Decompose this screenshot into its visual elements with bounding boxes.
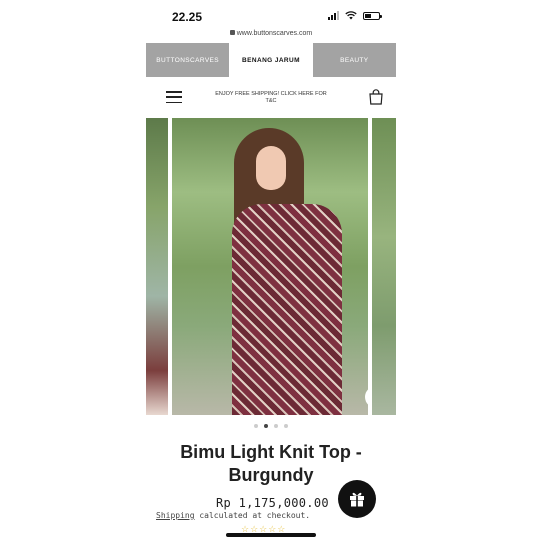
tab-benang-jarum[interactable]: BENANG JARUM <box>229 43 313 77</box>
shipping-note: Shipping calculated at checkout. <box>156 511 310 520</box>
next-product-image[interactable] <box>372 118 396 415</box>
main-product-image[interactable] <box>172 118 368 415</box>
pagination-dot[interactable] <box>284 424 288 428</box>
product-price: Rp 1,175,000.00 <box>216 496 329 510</box>
product-image-gallery[interactable] <box>146 118 396 415</box>
hamburger-menu-icon[interactable] <box>166 91 182 103</box>
mobile-screen: 22.25 www.buttonscarves.com BUTTONSCARVE… <box>146 0 396 543</box>
shipping-link[interactable]: Shipping <box>156 511 195 520</box>
home-indicator[interactable] <box>226 533 316 537</box>
cellular-signal-icon <box>328 11 339 20</box>
brand-tabs: BUTTONSCARVES BENANG JARUM BEAUTY <box>146 43 396 77</box>
status-icons <box>328 11 382 20</box>
pagination-dot-active[interactable] <box>264 424 268 428</box>
wifi-icon <box>345 11 357 20</box>
previous-product-image[interactable] <box>146 118 168 415</box>
gallery-pagination <box>146 424 396 432</box>
tab-beauty[interactable]: BEAUTY <box>312 43 396 77</box>
model-face <box>256 146 286 190</box>
status-time: 22.25 <box>172 10 203 24</box>
pagination-dot[interactable] <box>274 424 278 428</box>
battery-icon <box>363 11 382 20</box>
zoom-button[interactable] <box>365 386 368 408</box>
tab-buttonscarves[interactable]: BUTTONSCARVES <box>146 43 230 77</box>
gift-icon <box>350 492 364 507</box>
lock-icon <box>229 30 235 35</box>
pagination-dot[interactable] <box>254 424 258 428</box>
address-bar[interactable]: www.buttonscarves.com <box>146 30 396 42</box>
site-header: ENJOY FREE SHIPPING! CLICK HERE FOR T&C <box>146 80 396 116</box>
status-bar: 22.25 <box>146 0 396 32</box>
gift-button[interactable] <box>338 480 376 518</box>
url-text: www.buttonscarves.com <box>236 30 313 37</box>
shipping-note-text: calculated at checkout. <box>194 511 311 520</box>
model-knit-top <box>232 204 342 415</box>
free-shipping-promo[interactable]: ENJOY FREE SHIPPING! CLICK HERE FOR T&C <box>214 91 328 105</box>
shopping-bag-icon[interactable] <box>369 89 383 105</box>
